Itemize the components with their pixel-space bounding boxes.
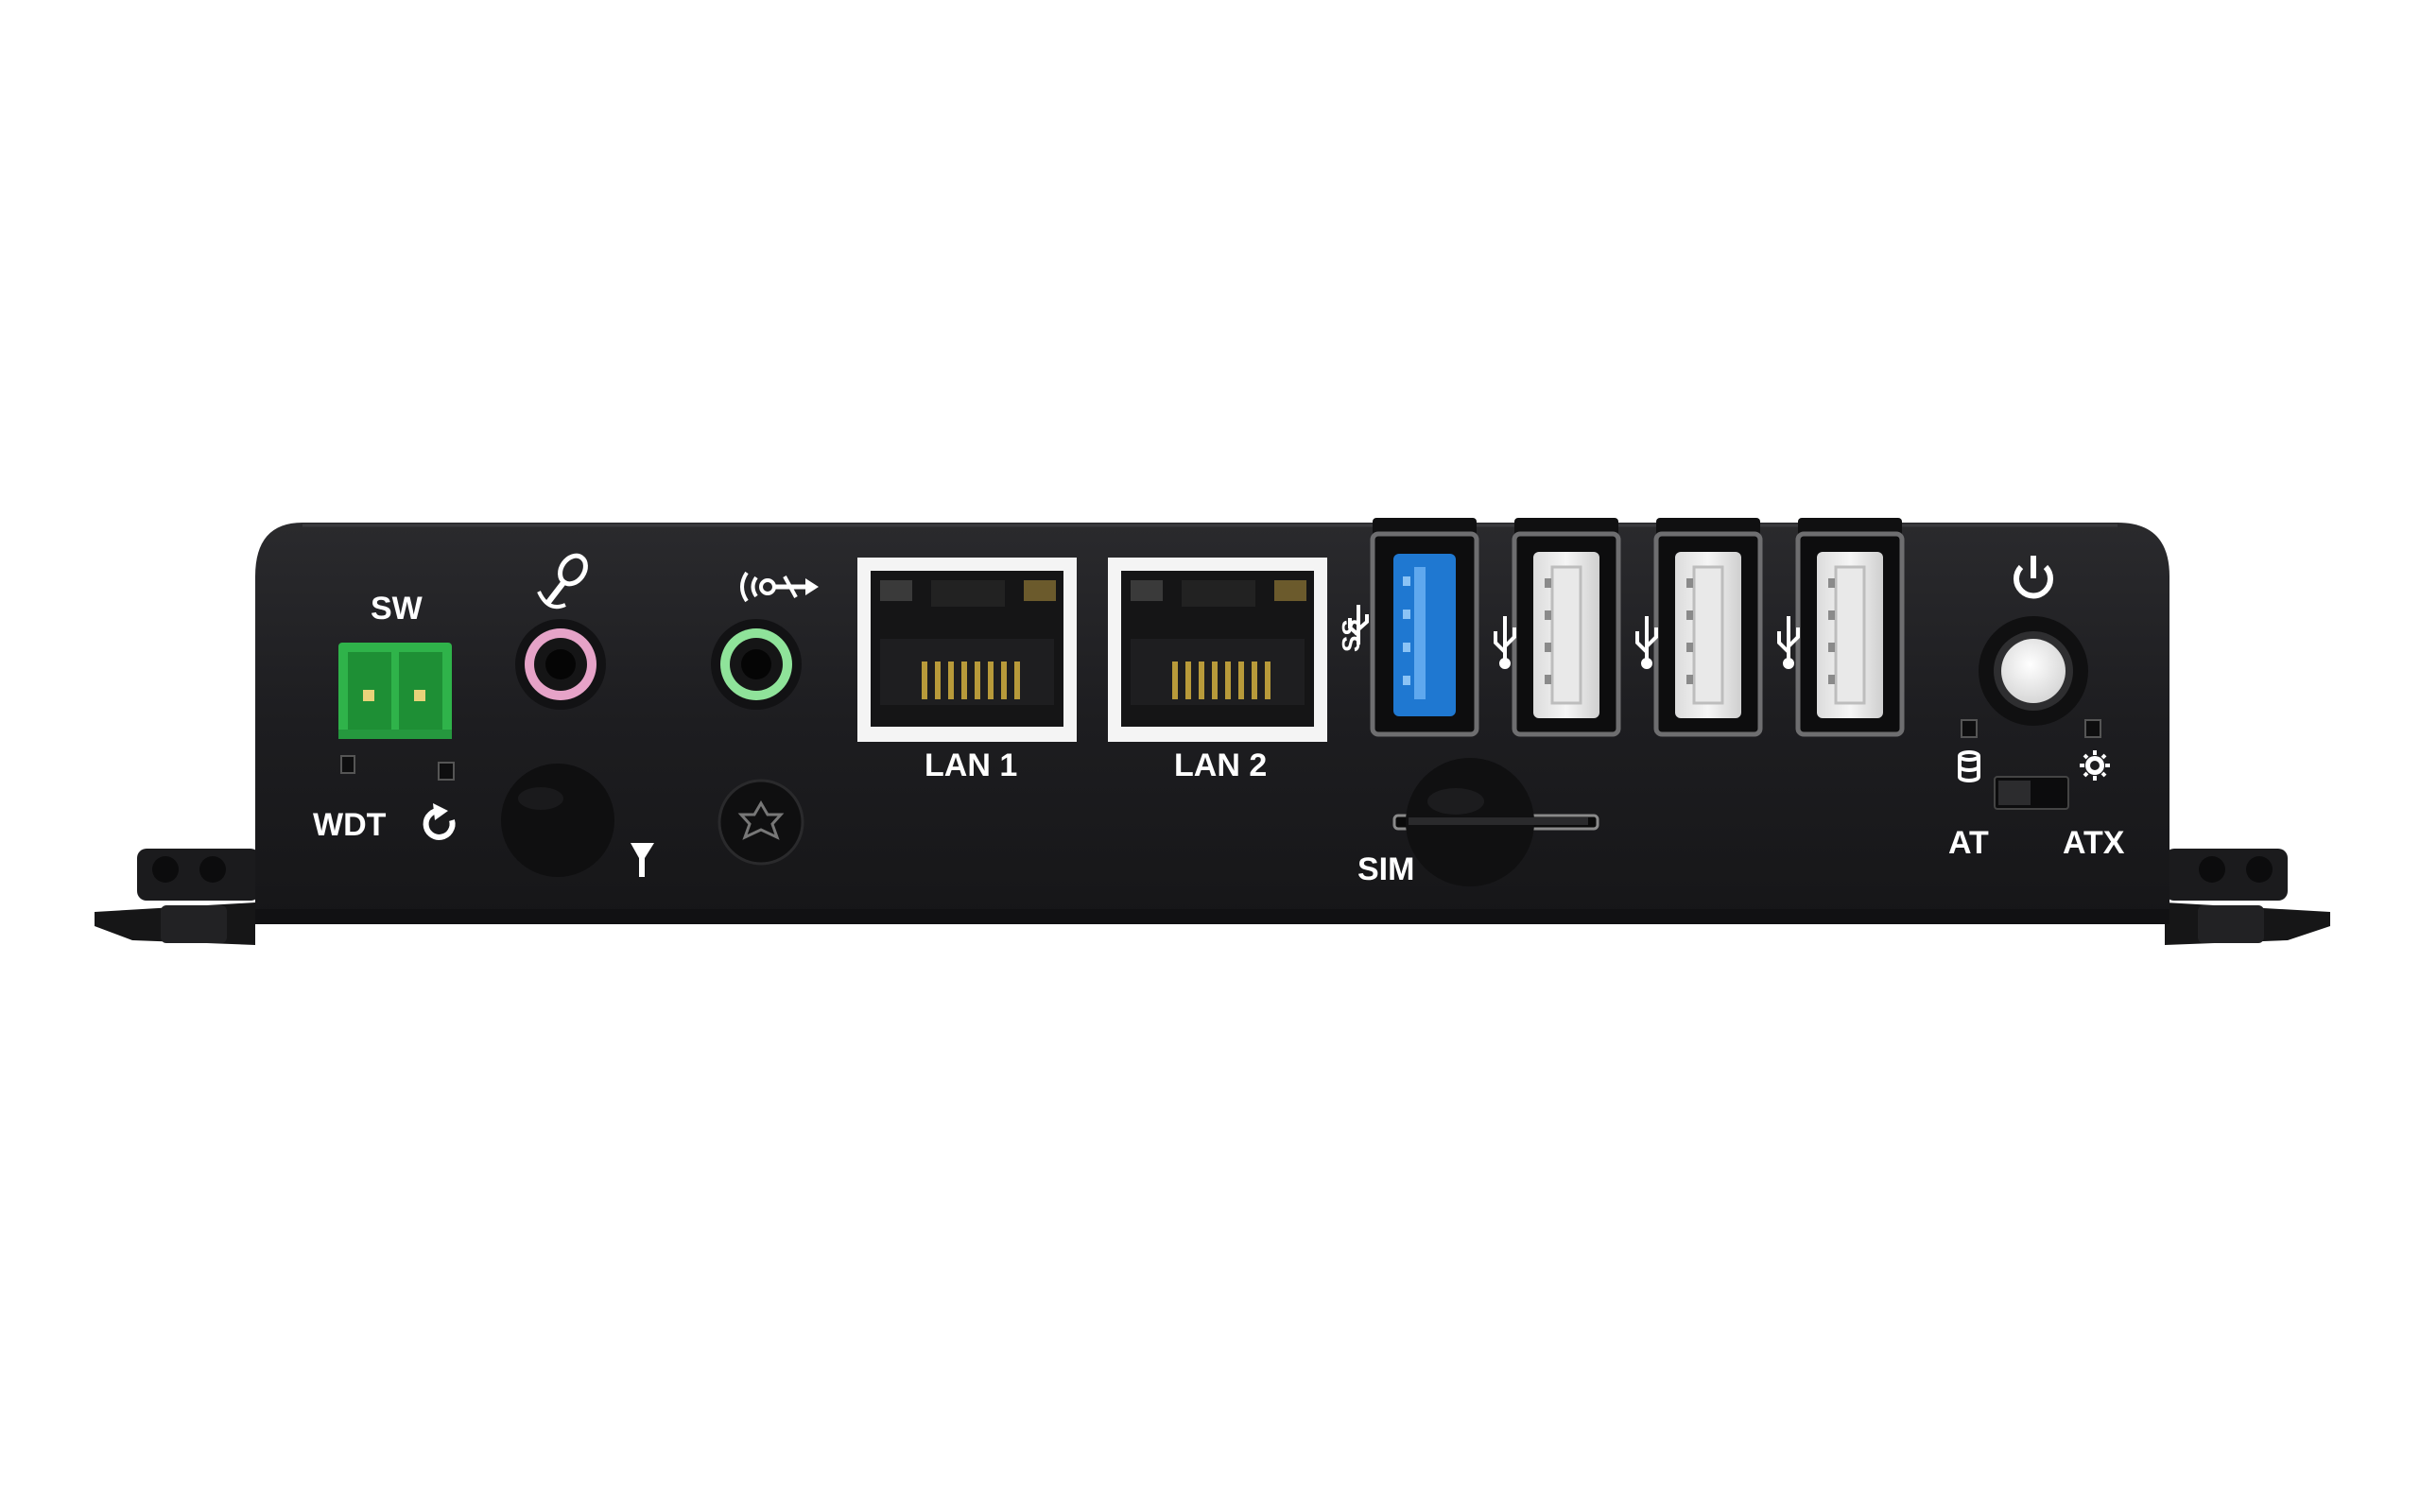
usb2-port-3[interactable] [1795,518,1905,737]
line-out-jack[interactable] [711,619,802,710]
at-label: AT [1948,825,1989,861]
sim-label: SIM [1357,851,1415,887]
at-atx-switch[interactable] [1994,776,2069,810]
wdt-led [340,755,355,774]
storage-led [1961,719,1978,738]
usb2-port-1[interactable] [1512,518,1621,737]
lan1-label: LAN 1 [925,747,1018,783]
sw-label: SW [371,591,423,627]
ss-label: SS [1337,619,1365,652]
atx-label: ATX [2063,825,2125,861]
wdt-label: WDT [313,807,387,843]
right-mount-bracket [2165,849,2330,945]
power-led [2084,719,2101,738]
lan2-port[interactable] [1108,558,1327,742]
power-button[interactable] [1979,616,2088,726]
lan2-label: LAN 2 [1174,747,1268,783]
usb3-port[interactable] [1370,518,1479,737]
screw-cap [717,779,804,866]
usb2-port-2[interactable] [1653,518,1763,737]
left-mount-bracket [95,849,260,945]
antenna-cap[interactable] [501,764,614,877]
sw-terminal-block[interactable] [338,643,452,739]
mic-jack[interactable] [515,619,606,710]
lan1-port[interactable] [857,558,1077,742]
reset-led [438,762,455,781]
